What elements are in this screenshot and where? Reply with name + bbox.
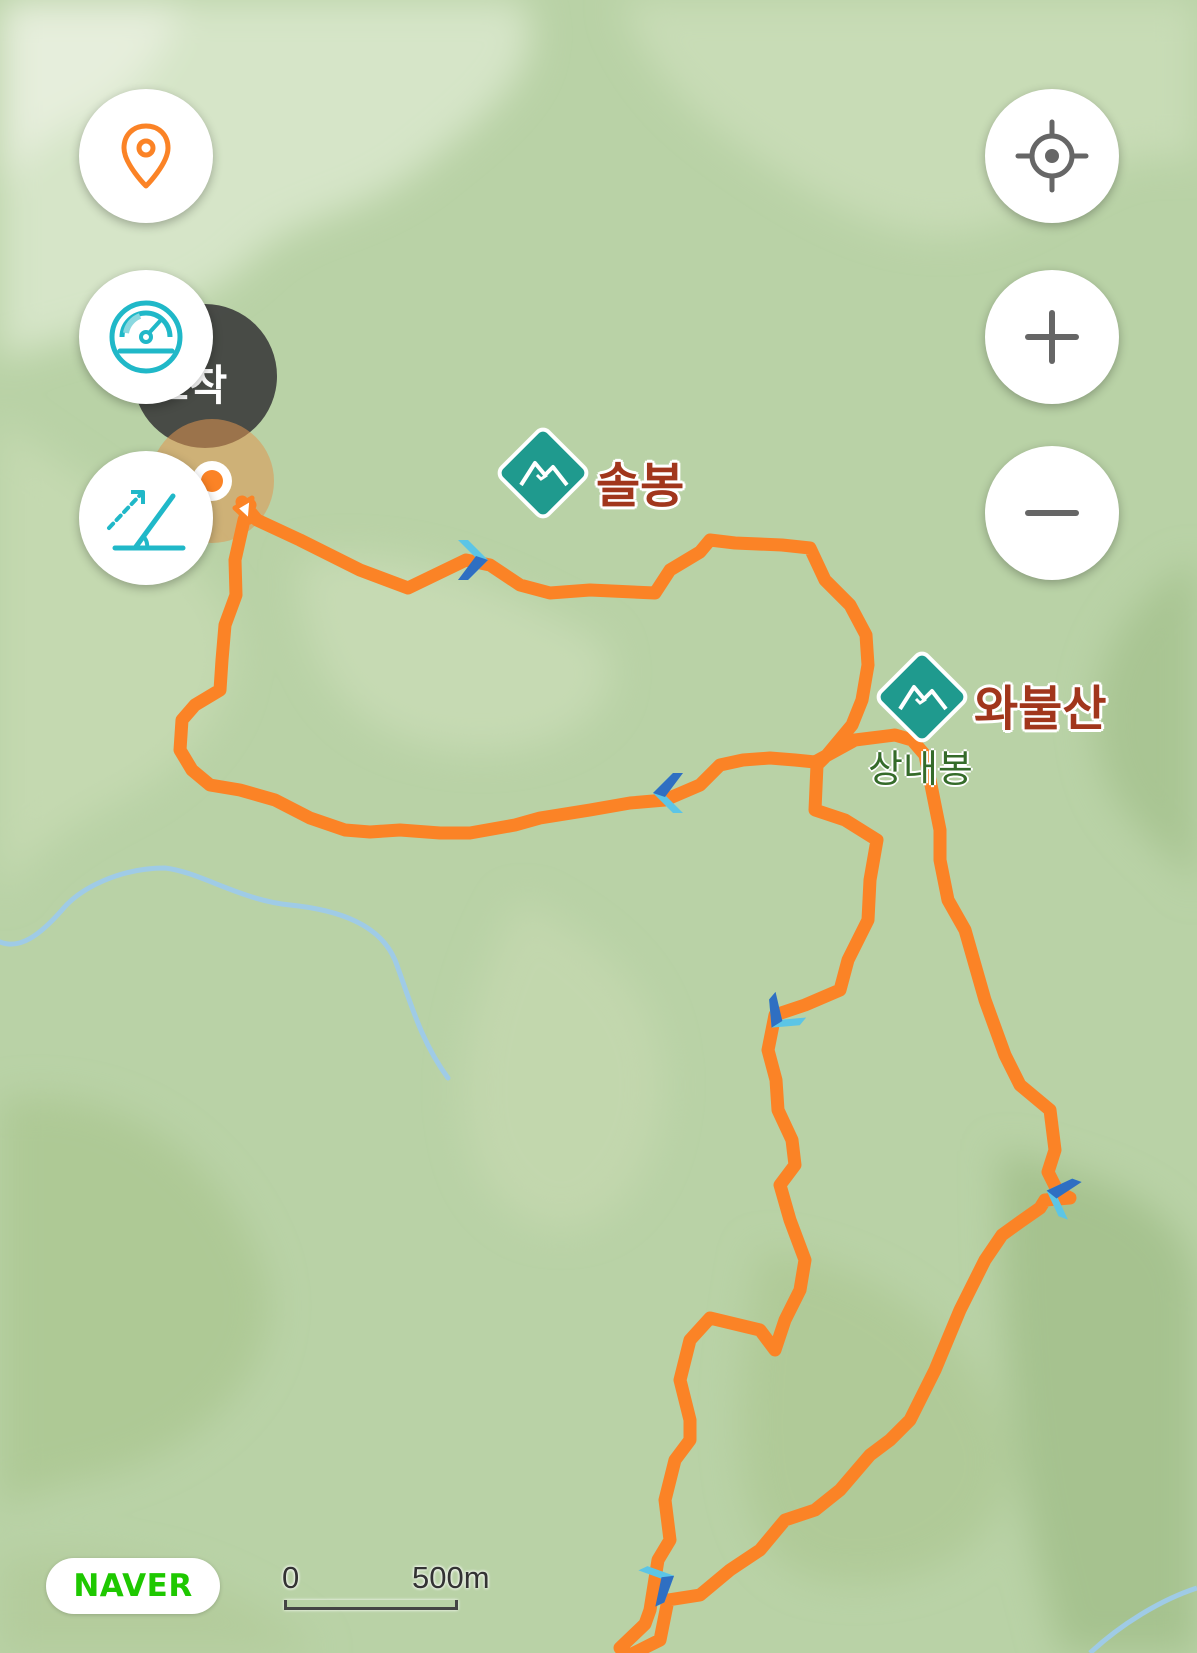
zoom-in-button[interactable]	[985, 270, 1119, 404]
slope-button[interactable]	[79, 451, 213, 585]
scale-bar: 0 500m	[282, 1560, 502, 1610]
speed-button[interactable]	[79, 270, 213, 404]
peak-label-solbong: 솔봉	[596, 458, 685, 514]
scale-end-label: 500m	[412, 1560, 490, 1595]
crosshair-icon	[1015, 119, 1089, 193]
map-pin-icon	[121, 123, 171, 189]
plus-icon	[1025, 310, 1079, 364]
map-canvas[interactable]	[0, 0, 1197, 1653]
minus-icon	[1025, 510, 1079, 516]
sub-peak-label: 상내봉	[868, 747, 973, 791]
zoom-out-button[interactable]	[985, 446, 1119, 580]
location-pin-button[interactable]	[79, 89, 213, 223]
my-location-button[interactable]	[985, 89, 1119, 223]
scale-bar-line	[284, 1600, 458, 1610]
speedometer-icon	[109, 300, 183, 374]
peak-label-wabulsan: 와불산	[974, 681, 1107, 737]
slope-angle-icon	[107, 490, 186, 551]
naver-logo[interactable]: NAVER	[46, 1558, 220, 1614]
scale-start-label: 0	[282, 1560, 300, 1595]
